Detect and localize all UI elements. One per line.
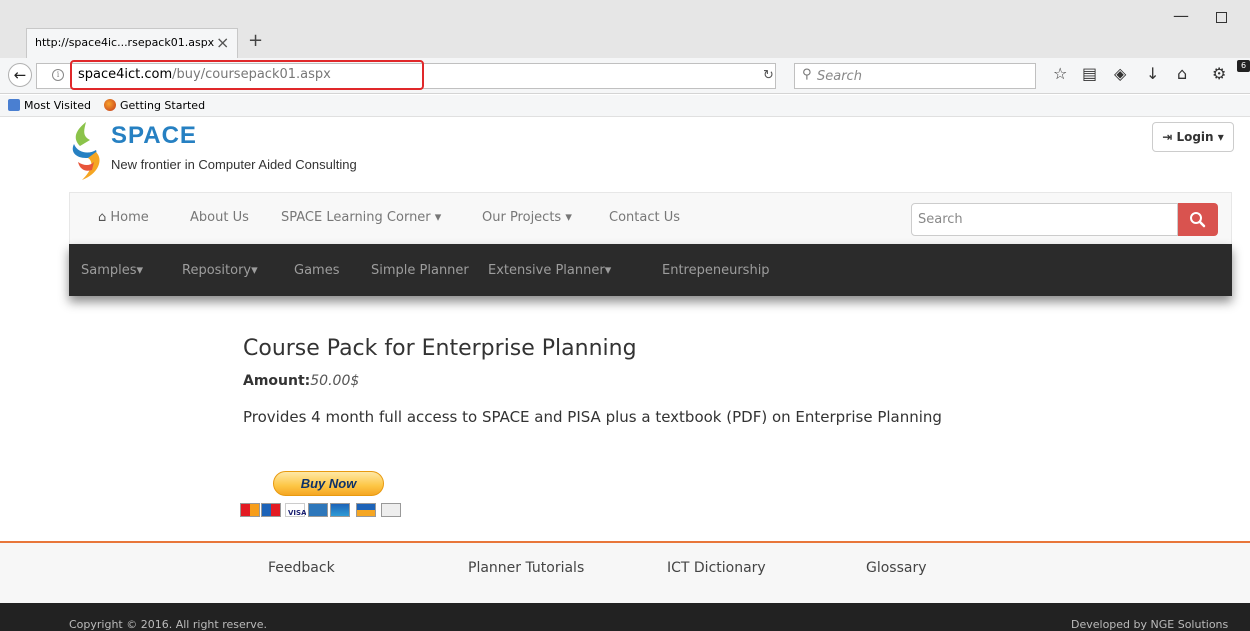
- site-search-button[interactable]: [1178, 203, 1218, 236]
- browser-search-input[interactable]: ⚲ Search: [794, 63, 1036, 89]
- reading-list-icon[interactable]: ▤: [1082, 64, 1097, 83]
- copyright-bar: Copyright © 2016. All right reserve. Dev…: [0, 603, 1250, 631]
- discover-icon: [330, 503, 350, 517]
- nav-home[interactable]: ⌂ Home: [98, 210, 149, 225]
- close-tab-icon[interactable]: ×: [216, 33, 229, 52]
- bank-icon: [381, 503, 401, 517]
- subnav-repository[interactable]: Repository▾: [182, 263, 258, 278]
- nav-learning-corner[interactable]: SPACE Learning Corner ▾: [281, 210, 441, 225]
- most-visited-icon: [8, 99, 20, 111]
- space-logo-icon[interactable]: [68, 122, 106, 180]
- visa-icon: VISA: [285, 503, 307, 517]
- url-text[interactable]: space4ict.com/buy/coursepack01.aspx: [78, 67, 331, 82]
- nav-contact-us[interactable]: Contact Us: [609, 210, 680, 225]
- bookmark-getting-started[interactable]: Getting Started: [104, 99, 205, 112]
- footer-link-ict-dictionary[interactable]: ICT Dictionary: [667, 560, 766, 576]
- amount-label: Amount:: [243, 373, 311, 389]
- subnav-samples[interactable]: Samples▾: [81, 263, 143, 278]
- subnav-simple-planner[interactable]: Simple Planner: [371, 263, 469, 278]
- pocket-icon[interactable]: ◈: [1114, 64, 1126, 83]
- login-button[interactable]: ⇥ Login ▾: [1152, 122, 1234, 152]
- subnav-games[interactable]: Games: [294, 263, 339, 278]
- buy-now-button[interactable]: Buy Now: [273, 471, 384, 496]
- maximize-icon[interactable]: [1216, 12, 1227, 23]
- firefox-icon: [104, 99, 116, 111]
- nav-about-us[interactable]: About Us: [190, 210, 249, 225]
- site-logo-text[interactable]: SPACE: [111, 122, 197, 150]
- browser-tab-strip: http://space4ic...rsepack01.aspx × + —: [0, 0, 1250, 58]
- amount-value: 50.00$: [310, 373, 360, 389]
- nav-our-projects[interactable]: Our Projects ▾: [482, 210, 572, 225]
- subnav-entrepeneurship[interactable]: Entrepeneurship: [662, 263, 770, 278]
- footer-link-feedback[interactable]: Feedback: [268, 560, 335, 576]
- login-icon: ⇥: [1162, 130, 1173, 144]
- reload-icon[interactable]: ↻: [763, 68, 774, 83]
- extension-badge: 6: [1237, 60, 1250, 72]
- tab-title: http://space4ic...rsepack01.aspx: [35, 36, 215, 49]
- main-navbar: ⌂ Home About Us SPACE Learning Corner ▾ …: [69, 192, 1232, 244]
- back-arrow-icon[interactable]: ←: [8, 63, 32, 87]
- caret-down-icon: ▾: [136, 263, 144, 278]
- amount-line: Amount:50.00$: [243, 373, 359, 389]
- secondary-navbar: Samples▾ Repository▾ Games Simple Planne…: [69, 244, 1232, 296]
- amex-icon: [308, 503, 328, 517]
- copyright-text: Copyright © 2016. All right reserve.: [69, 618, 268, 631]
- caret-down-icon: ▾: [604, 263, 612, 278]
- svg-text:VISA: VISA: [288, 509, 306, 517]
- bookmark-star-icon[interactable]: ☆: [1053, 64, 1067, 83]
- browser-search-placeholder: Search: [817, 69, 862, 84]
- minimize-icon[interactable]: —: [1173, 6, 1189, 25]
- caret-down-icon: ▾: [565, 210, 572, 225]
- subnav-extensive-planner[interactable]: Extensive Planner▾: [488, 263, 611, 278]
- login-label: Login: [1176, 130, 1214, 144]
- paypal-icon: [356, 503, 376, 517]
- download-icon[interactable]: ↓: [1146, 64, 1159, 83]
- page-title: Course Pack for Enterprise Planning: [243, 336, 637, 361]
- browser-tab[interactable]: http://space4ic...rsepack01.aspx ×: [26, 28, 238, 58]
- site-search-placeholder: Search: [918, 212, 963, 227]
- search-icon: [1190, 212, 1206, 228]
- info-icon[interactable]: i: [52, 69, 64, 81]
- site-search-input[interactable]: Search: [911, 203, 1178, 236]
- caret-down-icon: ▾: [434, 210, 442, 225]
- mastercard-icon: [240, 503, 260, 517]
- caret-down-icon: ▾: [251, 263, 258, 278]
- developer-credit[interactable]: Developed by NGE Solutions: [1071, 618, 1228, 631]
- footer-links: Feedback Planner Tutorials ICT Dictionar…: [0, 543, 1250, 603]
- course-description: Provides 4 month full access to SPACE an…: [243, 408, 942, 426]
- site-tagline: New frontier in Computer Aided Consultin…: [111, 157, 357, 172]
- home-browser-icon[interactable]: ⌂: [1177, 64, 1187, 83]
- extension-icon[interactable]: ⚙: [1212, 64, 1226, 83]
- new-tab-icon[interactable]: +: [248, 30, 263, 51]
- footer-link-planner-tutorials[interactable]: Planner Tutorials: [468, 560, 584, 576]
- footer-link-glossary[interactable]: Glossary: [866, 560, 927, 576]
- bookmarks-toolbar: Most Visited Getting Started: [0, 95, 1250, 117]
- search-icon: ⚲: [802, 67, 812, 82]
- home-icon: ⌂: [98, 210, 107, 225]
- maestro-icon: [261, 503, 281, 517]
- bookmark-most-visited[interactable]: Most Visited: [8, 99, 91, 112]
